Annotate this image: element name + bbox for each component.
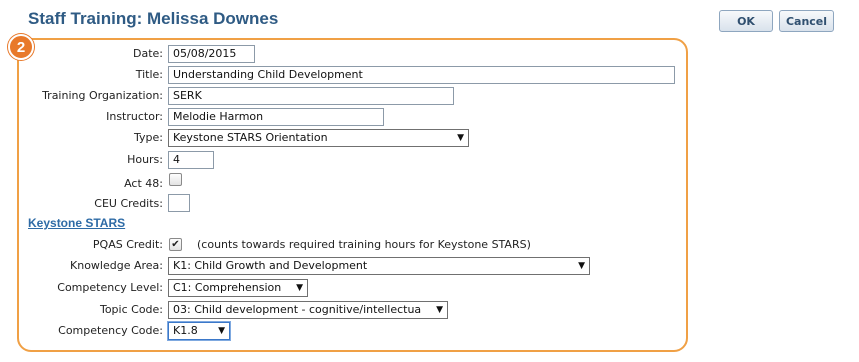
act48-label: Act 48: bbox=[124, 177, 163, 190]
date-row: Date: 05/08/2015 bbox=[0, 45, 859, 63]
knowledge-area-row: Knowledge Area: K1: Child Growth and Dev… bbox=[0, 257, 859, 275]
organization-input[interactable]: SERK bbox=[168, 87, 454, 105]
act48-checkbox[interactable] bbox=[169, 173, 182, 186]
chevron-down-icon: ▼ bbox=[578, 261, 585, 271]
knowledge-area-value: K1: Child Growth and Development bbox=[173, 259, 368, 272]
act48-row: Act 48: bbox=[0, 173, 859, 191]
instructor-input[interactable]: Melodie Harmon bbox=[168, 108, 384, 126]
hours-input[interactable]: 4 bbox=[168, 151, 214, 169]
type-label: Type: bbox=[134, 131, 163, 144]
ceu-label: CEU Credits: bbox=[94, 197, 163, 210]
competency-code-label: Competency Code: bbox=[58, 324, 163, 337]
competency-code-select[interactable]: K1.8 ▼ bbox=[168, 322, 230, 340]
checkmark-icon: ✔ bbox=[171, 239, 180, 250]
title-row: Title: Understanding Child Development bbox=[0, 66, 859, 84]
chevron-down-icon: ▼ bbox=[218, 326, 225, 336]
chevron-down-icon: ▼ bbox=[296, 283, 303, 293]
page-title: Staff Training: Melissa Downes bbox=[28, 9, 279, 28]
competency-level-row: Competency Level: C1: Comprehension ▼ bbox=[0, 279, 859, 297]
pqas-row: PQAS Credit: ✔ (counts towards required … bbox=[0, 236, 859, 254]
knowledge-area-label: Knowledge Area: bbox=[70, 259, 163, 272]
instructor-label: Instructor: bbox=[106, 110, 163, 123]
type-select[interactable]: Keystone STARS Orientation ▼ bbox=[168, 129, 469, 147]
organization-row: Training Organization: SERK bbox=[0, 87, 859, 105]
type-row: Type: Keystone STARS Orientation ▼ bbox=[0, 129, 859, 147]
type-select-value: Keystone STARS Orientation bbox=[173, 131, 328, 144]
competency-code-row: Competency Code: K1.8 ▼ bbox=[0, 322, 859, 340]
chevron-down-icon: ▼ bbox=[457, 133, 464, 143]
cancel-button[interactable]: Cancel bbox=[779, 10, 834, 32]
topic-code-label: Topic Code: bbox=[99, 303, 163, 316]
topic-code-value: 03: Child development - cognitive/intell… bbox=[173, 303, 422, 316]
ceu-row: CEU Credits: bbox=[0, 194, 859, 212]
topic-code-select[interactable]: 03: Child development - cognitive/intell… bbox=[168, 301, 448, 319]
ceu-input[interactable] bbox=[168, 194, 190, 212]
competency-level-value: C1: Comprehension bbox=[173, 281, 282, 294]
hours-row: Hours: 4 bbox=[0, 151, 859, 169]
hours-label: Hours: bbox=[127, 153, 163, 166]
pqas-label: PQAS Credit: bbox=[92, 238, 163, 251]
date-label: Date: bbox=[133, 47, 163, 60]
topic-code-row: Topic Code: 03: Child development - cogn… bbox=[0, 301, 859, 319]
ok-button[interactable]: OK bbox=[719, 10, 773, 32]
chevron-down-icon: ▼ bbox=[436, 305, 443, 315]
keystone-stars-heading[interactable]: Keystone STARS bbox=[28, 216, 125, 230]
pqas-note: (counts towards required training hours … bbox=[197, 238, 531, 251]
competency-level-label: Competency Level: bbox=[57, 281, 163, 294]
title-label: Title: bbox=[135, 68, 163, 81]
pqas-checkbox[interactable]: ✔ bbox=[169, 238, 182, 251]
title-input[interactable]: Understanding Child Development bbox=[168, 66, 675, 84]
competency-level-select[interactable]: C1: Comprehension ▼ bbox=[168, 279, 308, 297]
step-number-badge: 2 bbox=[8, 34, 34, 60]
date-input[interactable]: 05/08/2015 bbox=[168, 45, 255, 63]
instructor-row: Instructor: Melodie Harmon bbox=[0, 108, 859, 126]
competency-code-value: K1.8 bbox=[173, 324, 198, 337]
organization-label: Training Organization: bbox=[42, 89, 163, 102]
knowledge-area-select[interactable]: K1: Child Growth and Development ▼ bbox=[168, 257, 590, 275]
